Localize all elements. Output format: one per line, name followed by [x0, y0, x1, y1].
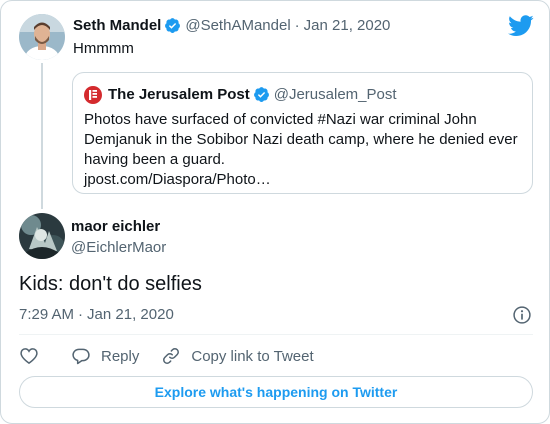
reply-tweet-text: Kids: don't do selfies	[19, 273, 202, 295]
like-button[interactable]	[19, 346, 39, 366]
heart-icon	[20, 348, 38, 365]
reply-display-name[interactable]: maor eichler	[71, 218, 160, 235]
jpost-logo-icon	[84, 86, 102, 104]
quoted-text-line: Demjanuk in the Sobibor Nazi death camp,…	[84, 131, 518, 148]
info-icon[interactable]	[512, 305, 532, 325]
parent-handle[interactable]: @SethAMandel	[185, 17, 290, 34]
quoted-text-line: having been a guard.	[84, 151, 225, 168]
parent-tweet-text: Hmmmm	[73, 40, 134, 57]
embedded-tweet-card: Seth Mandel @SethAMandel · Jan 21, 2020 …	[0, 0, 550, 424]
explore-twitter-button[interactable]: Explore what's happening on Twitter	[19, 376, 533, 408]
quoted-link[interactable]: jpost.com/Diaspora/Photo…	[84, 170, 524, 190]
copy-link-label: Copy link to Tweet	[191, 347, 314, 365]
quoted-text-line: Photos have surfaced of convicted #Nazi …	[84, 111, 477, 128]
link-icon	[163, 348, 180, 364]
thread-connector-line	[41, 63, 43, 209]
verified-badge-icon	[165, 18, 181, 33]
tweet-timestamp[interactable]: 7:29 AM · Jan 21, 2020	[19, 306, 174, 323]
separator-dot: ·	[294, 17, 300, 34]
tweet-time: 7:29 AM	[19, 306, 75, 323]
quoted-handle: @Jerusalem_Post	[273, 86, 397, 103]
verified-badge-icon	[253, 87, 269, 102]
quoted-display-name: The Jerusalem Post	[108, 86, 250, 103]
copy-link-button[interactable]: Copy link to Tweet	[161, 346, 314, 366]
reply-handle[interactable]: @EichlerMaor	[71, 239, 166, 256]
reply-label: Reply	[101, 347, 140, 365]
separator-dot: ·	[78, 306, 84, 323]
speech-bubble-icon	[72, 348, 90, 365]
divider	[19, 334, 533, 335]
quoted-tweet[interactable]: The Jerusalem Post @Jerusalem_Post Photo…	[72, 72, 533, 194]
parent-date[interactable]: Jan 21, 2020	[304, 17, 391, 34]
avatar[interactable]	[19, 14, 65, 60]
quoted-tweet-text: Photos have surfaced of convicted #Nazi …	[84, 110, 524, 190]
tweet-actions: Reply Copy link to Tweet	[19, 345, 314, 367]
avatar[interactable]	[19, 213, 65, 259]
parent-author-line: Seth Mandel @SethAMandel · Jan 21, 2020	[73, 17, 390, 34]
tweet-date: Jan 21, 2020	[87, 306, 174, 323]
reply-button[interactable]: Reply	[71, 346, 139, 366]
twitter-bird-icon[interactable]	[508, 15, 534, 37]
parent-display-name[interactable]: Seth Mandel	[73, 17, 161, 34]
quoted-author-line: The Jerusalem Post @Jerusalem_Post	[108, 86, 397, 103]
